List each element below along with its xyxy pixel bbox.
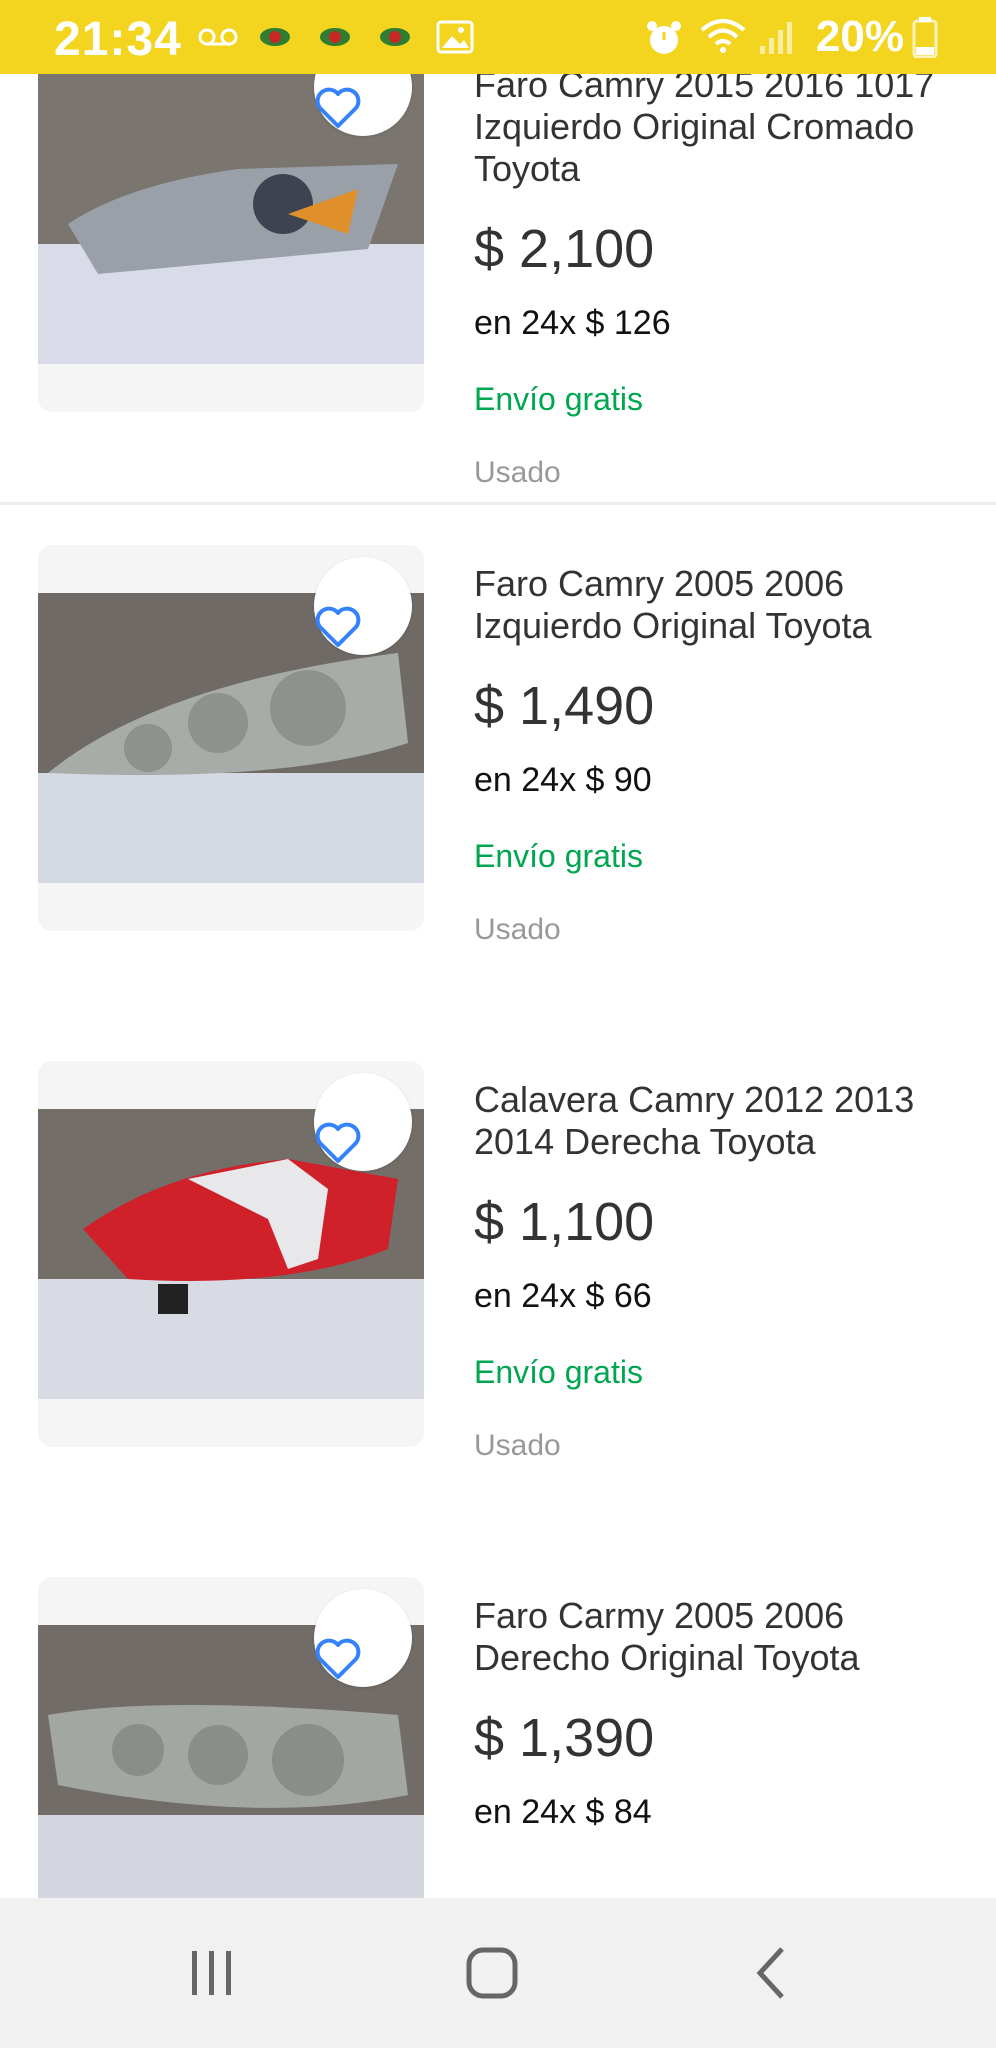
product-price: $ 1,100 bbox=[474, 1192, 655, 1252]
product-installments: en 24x $ 84 bbox=[474, 1793, 652, 1831]
product-image[interactable] bbox=[38, 1577, 424, 1898]
app-icon bbox=[260, 28, 290, 46]
favorite-button[interactable] bbox=[314, 1073, 412, 1171]
product-title[interactable]: Faro Carmy 2005 2006 Derecho Original To… bbox=[474, 1595, 974, 1679]
list-item[interactable]: Faro Camry 2005 2006 Izquierdo Original … bbox=[0, 505, 996, 1024]
product-installments: en 24x $ 66 bbox=[474, 1277, 652, 1315]
gallery-icon bbox=[436, 20, 474, 54]
free-shipping-label: Envío gratis bbox=[474, 1354, 643, 1390]
product-condition: Usado bbox=[474, 1429, 561, 1462]
product-condition: Usado bbox=[474, 913, 561, 946]
list-item[interactable]: Calavera Camry 2012 2013 2014 Derecha To… bbox=[0, 1021, 996, 1540]
home-button[interactable] bbox=[442, 1938, 542, 2008]
heart-icon bbox=[315, 1638, 361, 1679]
product-image[interactable] bbox=[38, 74, 424, 412]
back-icon bbox=[756, 1947, 784, 1999]
heart-icon bbox=[315, 87, 361, 128]
product-image[interactable] bbox=[38, 545, 424, 931]
signal-icon bbox=[760, 22, 792, 54]
product-list: Faro Camry 2015 2016 1017 Izquierdo Orig… bbox=[0, 74, 996, 1898]
list-item[interactable]: Faro Camry 2015 2016 1017 Izquierdo Orig… bbox=[0, 74, 996, 505]
free-shipping-label: Envío gratis bbox=[474, 838, 643, 874]
product-installments: en 24x $ 126 bbox=[474, 304, 671, 342]
product-price: $ 1,490 bbox=[474, 676, 655, 736]
app-icon bbox=[320, 28, 350, 46]
home-icon bbox=[466, 1947, 518, 1999]
recent-apps-button[interactable] bbox=[162, 1938, 262, 2008]
product-condition: Usado bbox=[474, 456, 561, 489]
favorite-button[interactable] bbox=[314, 1589, 412, 1687]
product-title[interactable]: Calavera Camry 2012 2013 2014 Derecha To… bbox=[474, 1079, 974, 1163]
wifi-icon bbox=[700, 19, 746, 53]
free-shipping-label: Envío gratis bbox=[474, 381, 643, 417]
heart-icon bbox=[315, 1122, 361, 1163]
navigation-bar bbox=[0, 1898, 996, 2048]
voicemail-icon bbox=[198, 28, 238, 46]
back-button[interactable] bbox=[722, 1938, 822, 2008]
product-price: $ 1,390 bbox=[474, 1708, 655, 1768]
product-title[interactable]: Faro Camry 2015 2016 1017 Izquierdo Orig… bbox=[474, 74, 974, 190]
alarm-icon bbox=[647, 21, 681, 54]
product-installments: en 24x $ 90 bbox=[474, 761, 652, 799]
status-time: 21:34 bbox=[54, 13, 182, 66]
product-title[interactable]: Faro Camry 2005 2006 Izquierdo Original … bbox=[474, 563, 974, 647]
favorite-button[interactable] bbox=[314, 557, 412, 655]
heart-icon bbox=[315, 606, 361, 647]
status-bar: 21:34 20% bbox=[0, 0, 996, 74]
product-price: $ 2,100 bbox=[474, 219, 655, 279]
product-image[interactable] bbox=[38, 1061, 424, 1447]
battery-icon bbox=[912, 17, 938, 58]
app-icon bbox=[380, 28, 410, 46]
battery-percentage: 20% bbox=[815, 12, 904, 61]
list-item[interactable]: Faro Carmy 2005 2006 Derecho Original To… bbox=[0, 1537, 996, 1898]
recent-apps-icon bbox=[192, 1951, 231, 1995]
